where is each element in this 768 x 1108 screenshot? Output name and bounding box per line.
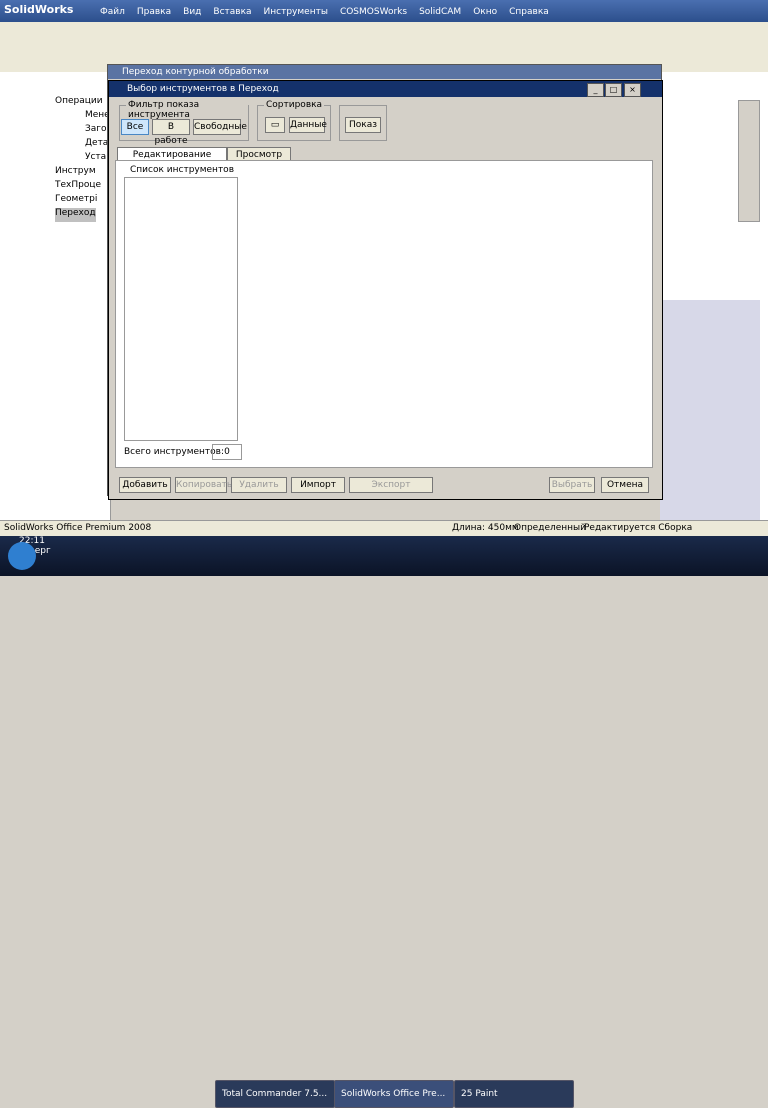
taskbar-task-totalcommander[interactable]: Total Commander 7.5... — [215, 1080, 335, 1108]
minimize-button[interactable]: _ — [587, 83, 604, 97]
menu-window[interactable]: Окно — [473, 3, 497, 21]
status-defined: Определенный — [514, 523, 586, 533]
total-tools-value: 0 — [212, 444, 242, 460]
menu-tools[interactable]: Инструменты — [264, 3, 328, 21]
menu-bar: Файл Правка Вид Вставка Инструменты COSM… — [100, 3, 549, 21]
dialog-titlebar: Выбор инструментов в Переход — [109, 81, 662, 97]
feature-tree: Операции Мене Заго Дета Уста Инструм Тех… — [0, 72, 111, 522]
sort-data-button[interactable]: Данные — [289, 117, 327, 133]
status-length: Длина: 450мм — [452, 523, 519, 533]
clock-time: 22:11 — [19, 536, 45, 546]
edit-tab-panel: Список инструментов Всего инструментов: … — [115, 160, 653, 468]
filter-free-button[interactable]: Свободные — [193, 119, 247, 135]
delete-button[interactable]: Удалить — [231, 477, 287, 493]
tree-item-process[interactable]: ТехПроце — [55, 180, 101, 194]
filter-in-work-button[interactable]: В работе — [152, 119, 190, 146]
start-button[interactable] — [8, 542, 36, 570]
tree-item-part[interactable]: Дета — [85, 138, 108, 152]
status-bar: SolidWorks Office Premium 2008 Длина: 45… — [0, 520, 768, 537]
menu-edit[interactable]: Правка — [137, 3, 171, 21]
tree-item-geometry[interactable]: Геометрі — [55, 194, 97, 208]
tool-list-title: Список инструментов — [130, 165, 234, 175]
menu-cosmosworks[interactable]: COSMOSWorks — [340, 3, 407, 21]
tree-item-stock[interactable]: Заго — [85, 124, 107, 138]
status-product: SolidWorks Office Premium 2008 — [4, 523, 152, 533]
menu-insert[interactable]: Вставка — [213, 3, 251, 21]
tree-item-tools[interactable]: Инструм — [55, 166, 96, 180]
menu-file[interactable]: Файл — [100, 3, 125, 21]
add-button[interactable]: Добавить — [119, 477, 171, 493]
taskbar-task-solidworks[interactable]: SolidWorks Office Pre... — [334, 1080, 454, 1108]
taskbar-task-paint[interactable]: 25 Paint — [454, 1080, 574, 1108]
model-plane — [660, 300, 760, 520]
sort-icon-button[interactable]: ▭ — [265, 117, 285, 133]
filter-all-button[interactable]: Все — [121, 119, 149, 135]
tree-item-transition[interactable]: Переход — [55, 208, 96, 222]
select-button[interactable]: Выбрать — [549, 477, 595, 493]
total-tools-label: Всего инструментов: — [124, 447, 225, 457]
app-titlebar: SolidWorks Файл Правка Вид Вставка Инстр… — [0, 0, 768, 22]
tool-list[interactable] — [124, 177, 238, 441]
app-logo: SolidWorks — [4, 3, 74, 16]
close-button[interactable]: × — [624, 83, 641, 97]
task-pane-strip[interactable] — [738, 100, 760, 222]
maximize-button[interactable]: □ — [605, 83, 622, 97]
filter-group-title: Фильтр показа инструмента — [126, 100, 248, 120]
taskbar: Total Commander 7.5... SolidWorks Office… — [0, 536, 768, 1108]
copy-button[interactable]: Копировать — [175, 477, 232, 493]
cancel-button[interactable]: Отмена — [601, 477, 649, 493]
menu-help[interactable]: Справка — [509, 3, 549, 21]
dialog-back-titlebar: Переход контурной обработки — [108, 65, 661, 79]
tree-item-operations[interactable]: Операции — [55, 96, 103, 110]
menu-solidcam[interactable]: SolidCAM — [419, 3, 461, 21]
import-button[interactable]: Импорт — [291, 477, 345, 493]
menu-view[interactable]: Вид — [183, 3, 201, 21]
status-editing: Редактируется Сборка — [584, 523, 693, 533]
show-checkbox[interactable]: Показ — [345, 117, 381, 133]
export-button[interactable]: Экспорт — [349, 477, 433, 493]
tree-item-setup[interactable]: Уста — [85, 152, 106, 166]
sort-group-title: Сортировка — [264, 100, 325, 110]
